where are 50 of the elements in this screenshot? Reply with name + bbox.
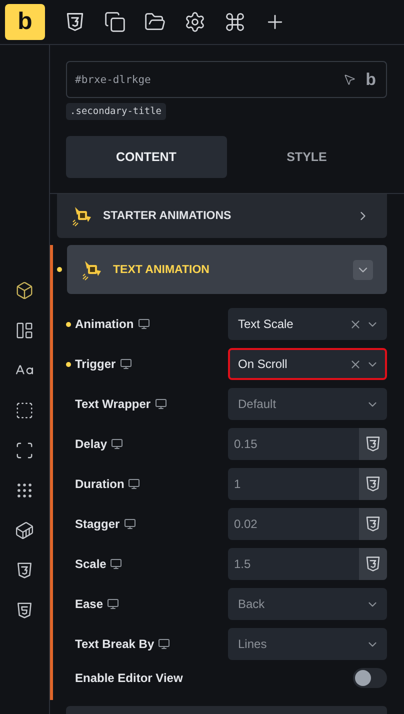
monitor-icon — [124, 518, 136, 530]
selector-field[interactable]: #brxe-dlrkge b — [66, 61, 387, 98]
css3-button[interactable] — [359, 468, 387, 500]
monitor-icon — [110, 558, 122, 570]
field-label: Ease — [75, 597, 104, 611]
class-tag[interactable]: .secondary-title — [66, 103, 166, 120]
number-field[interactable]: 1.5 — [228, 548, 387, 580]
pointer-icon[interactable] — [342, 73, 356, 86]
monitor-icon — [138, 318, 150, 330]
field-label: Animation — [75, 317, 134, 331]
section-header[interactable]: STARTER ANIMATIONS — [57, 194, 387, 238]
tab[interactable]: CONTENT — [66, 136, 226, 178]
tab[interactable]: STYLE — [226, 136, 387, 178]
rocket-icon — [81, 258, 103, 280]
monitor-icon — [158, 638, 170, 650]
field-label: Stagger — [75, 517, 120, 531]
monitor-icon — [128, 478, 140, 490]
select-field[interactable]: On Scroll — [228, 348, 387, 380]
rocket-icon — [71, 205, 93, 227]
monitor-icon — [111, 438, 124, 450]
field-label: Delay — [75, 437, 108, 451]
badge-text: b — [366, 70, 376, 90]
number-field[interactable]: 0.02 — [228, 508, 387, 540]
css3-button[interactable] — [359, 548, 387, 580]
field-label: Trigger — [75, 357, 116, 371]
css3-icon — [364, 435, 382, 453]
section-header[interactable]: TEXT ANIMATION — [67, 245, 387, 294]
select-field[interactable]: Back — [228, 588, 387, 620]
number-field[interactable]: 1 — [228, 468, 387, 500]
clear-icon[interactable] — [349, 358, 362, 370]
css3-button[interactable] — [359, 428, 387, 460]
field-label: Duration — [75, 477, 124, 491]
css3-icon — [364, 515, 382, 533]
field-label: Scale — [75, 557, 106, 571]
toggle-switch[interactable] — [353, 668, 387, 688]
field-label: Text Wrapper — [75, 397, 151, 411]
css3-icon — [364, 475, 382, 493]
monitor-icon — [107, 598, 120, 610]
select-field[interactable]: Lines — [228, 628, 387, 660]
select-field[interactable]: Default — [228, 388, 387, 420]
number-field[interactable]: 0.15 — [228, 428, 387, 460]
css3-button[interactable] — [359, 508, 387, 540]
select-field[interactable]: Text Scale — [228, 308, 387, 340]
monitor-icon — [120, 358, 132, 370]
app-logo[interactable]: b — [5, 4, 45, 40]
field-label: Enable Editor View — [75, 671, 183, 685]
monitor-icon — [154, 398, 167, 410]
css3-icon — [364, 555, 382, 573]
field-label: Text Break By — [75, 637, 154, 651]
clear-icon[interactable] — [349, 318, 362, 330]
